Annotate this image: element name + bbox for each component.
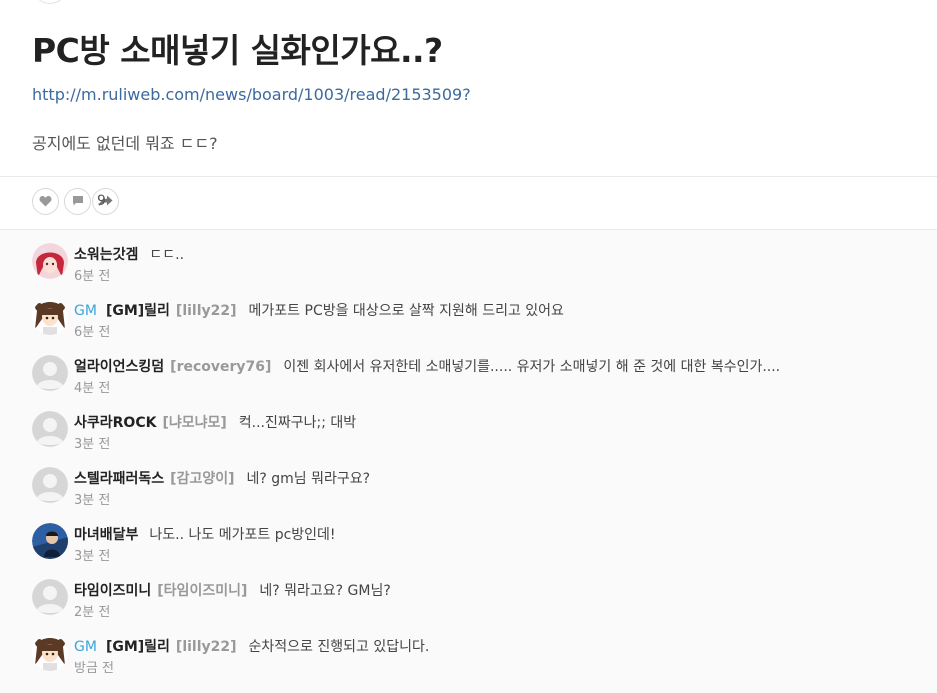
comment-item: GM [GM]릴리 [lilly22] 순차적으로 진행되고 있답니다. 방금 전 <box>32 635 922 683</box>
comment-timestamp: 4분 전 <box>74 381 111 396</box>
speech-bubble-icon <box>64 187 91 215</box>
avatar[interactable] <box>32 299 68 335</box>
avatar[interactable] <box>32 635 68 671</box>
comment-user-id: [recovery76] <box>170 359 272 375</box>
comment-text: 컥...진짜구나;; 대박 <box>238 415 357 431</box>
comment-timestamp: 6분 전 <box>74 269 111 284</box>
heart-icon <box>32 187 59 215</box>
comment-text: ㄷㄷ.. <box>149 247 185 263</box>
avatar[interactable] <box>32 523 68 559</box>
comment-text: 메가포트 PC방을 대상으로 살짝 지원해 드리고 있어요 <box>248 303 564 319</box>
comment-timestamp: 방금 전 <box>74 661 115 676</box>
comment-header: 타임이즈미니 [타임이즈미니] 네? 뭐라고요? GM님? <box>74 580 391 600</box>
comment-timestamp: 3분 전 <box>74 549 111 564</box>
avatar[interactable] <box>32 579 68 615</box>
comment-text: 이젠 회사에서 유저한테 소매넣기를..... 유저가 소매넣기 해 준 것에 … <box>283 359 781 375</box>
comment-user-id: [lilly22] <box>175 639 237 655</box>
comment-user-id: [감고양이] <box>170 471 235 487</box>
post-actions: 0 9 <box>32 186 119 216</box>
comment-header: 마녀배달부 나도.. 나도 메가포트 pc방인데! <box>74 524 336 544</box>
comment-author[interactable]: [GM]릴리 <box>106 300 170 320</box>
comment-text: 네? 뭐라고요? GM님? <box>259 583 391 599</box>
comment-item: GM [GM]릴리 [lilly22] 메가포트 PC방을 대상으로 살짝 지원해 드… <box>32 299 922 347</box>
comment-text: 나도.. 나도 메가포트 pc방인데! <box>149 527 336 543</box>
comment-text: 순차적으로 진행되고 있답니다. <box>248 639 430 655</box>
avatar[interactable] <box>32 467 68 503</box>
comment-user-id: [냐모냐모] <box>162 415 227 431</box>
comment-author[interactable]: 얼라이언스킹덤 <box>74 356 164 376</box>
comment-user-id: [lilly22] <box>175 303 237 319</box>
comment-header: 얼라이언스킹덤 [recovery76] 이젠 회사에서 유저한테 소매넣기를...… <box>74 356 780 376</box>
avatar[interactable] <box>32 411 68 447</box>
comment-author[interactable]: 스텔라패러독스 <box>74 468 164 488</box>
comment-timestamp: 3분 전 <box>74 437 111 452</box>
comment-button[interactable]: 9 <box>64 177 937 225</box>
comment-text: 네? gm님 뭐라구요? <box>246 471 371 487</box>
comment-author[interactable]: 사쿠라ROCK <box>74 412 156 432</box>
gm-badge: GM <box>74 303 97 319</box>
post-body: 공지에도 없던데 뭐죠 ㄷㄷ? <box>32 134 218 153</box>
comment-item: 스텔라패러독스 [감고양이] 네? gm님 뭐라구요? 3분 전 <box>32 467 922 515</box>
comment-author[interactable]: 타임이즈미니 <box>74 580 151 600</box>
comment-author[interactable]: [GM]릴리 <box>106 636 170 656</box>
comment-header: GM [GM]릴리 [lilly22] 메가포트 PC방을 대상으로 살짝 지원해 드… <box>74 300 564 320</box>
comment-header: 소워는갓겜 ㄷㄷ.. <box>74 244 184 264</box>
comment-item: 소워는갓겜 ㄷㄷ.. 6분 전 <box>32 243 922 291</box>
comment-item: 사쿠라ROCK [냐모냐모] 컥...진짜구나;; 대박 3분 전 <box>32 411 922 459</box>
author-avatar[interactable] <box>34 0 66 4</box>
comment-header: 스텔라패러독스 [감고양이] 네? gm님 뭐라구요? <box>74 468 370 488</box>
comment-timestamp: 6분 전 <box>74 325 111 340</box>
comment-item: 타임이즈미니 [타임이즈미니] 네? 뭐라고요? GM님? 2분 전 <box>32 579 922 627</box>
comment-item: 얼라이언스킹덤 [recovery76] 이젠 회사에서 유저한테 소매넣기를...… <box>32 355 922 403</box>
avatar[interactable] <box>32 243 68 279</box>
comment-list: 소워는갓겜 ㄷㄷ.. 6분 전 GM [GM]릴리 [lilly22] 메가포트 PC방을 … <box>0 230 937 693</box>
post-link[interactable]: http://m.ruliweb.com/news/board/1003/rea… <box>32 85 471 104</box>
comment-header: 사쿠라ROCK [냐모냐모] 컥...진짜구나;; 대박 <box>74 412 356 432</box>
avatar[interactable] <box>32 355 68 391</box>
comment-author[interactable]: 마녀배달부 <box>74 524 138 544</box>
gm-badge: GM <box>74 639 97 655</box>
comment-item: 마녀배달부 나도.. 나도 메가포트 pc방인데! 3분 전 <box>32 523 922 571</box>
comment-author[interactable]: 소워는갓겜 <box>74 244 138 264</box>
comment-timestamp: 3분 전 <box>74 493 111 508</box>
comment-header: GM [GM]릴리 [lilly22] 순차적으로 진행되고 있답니다. <box>74 636 429 656</box>
post-title: PC방 소매넣기 실화인가요..? <box>32 31 443 70</box>
comment-user-id: [타임이즈미니] <box>157 583 248 599</box>
comment-timestamp: 2분 전 <box>74 605 111 620</box>
comment-count: 9 <box>97 193 106 209</box>
